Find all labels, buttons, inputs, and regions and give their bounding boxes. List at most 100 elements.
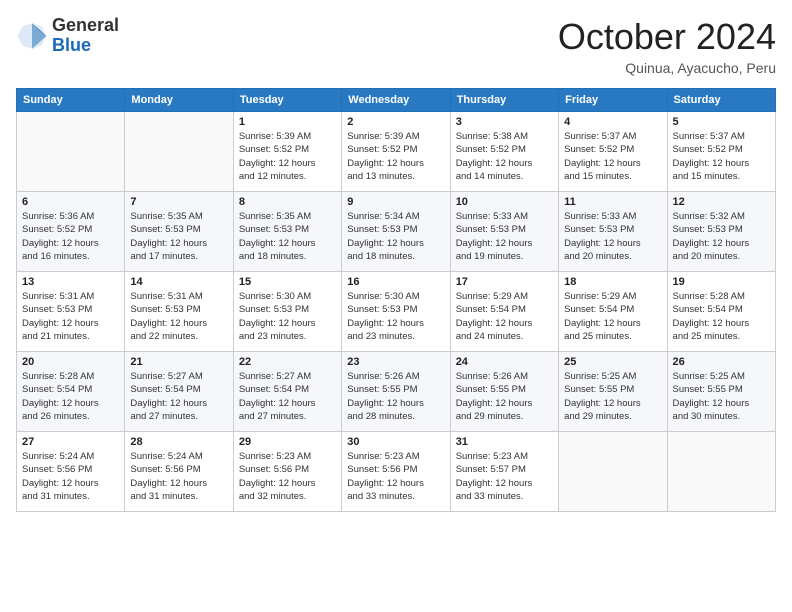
header-cell-tuesday: Tuesday [233, 89, 341, 112]
day-number: 18 [564, 276, 661, 288]
logo-blue: Blue [52, 36, 119, 56]
day-cell: 16 Sunrise: 5:30 AM Sunset: 5:53 PM Dayli… [342, 272, 450, 352]
day-info: Sunrise: 5:29 AM Sunset: 5:54 PM Dayligh… [564, 290, 661, 343]
day-number: 25 [564, 356, 661, 368]
week-row-5: 27 Sunrise: 5:24 AM Sunset: 5:56 PM Dayli… [17, 432, 776, 512]
day-cell: 10 Sunrise: 5:33 AM Sunset: 5:53 PM Dayli… [450, 192, 558, 272]
day-number: 26 [673, 356, 770, 368]
header-cell-thursday: Thursday [450, 89, 558, 112]
header-cell-sunday: Sunday [17, 89, 125, 112]
day-number: 15 [239, 276, 336, 288]
day-info: Sunrise: 5:30 AM Sunset: 5:53 PM Dayligh… [347, 290, 444, 343]
day-number: 2 [347, 116, 444, 128]
week-row-2: 6 Sunrise: 5:36 AM Sunset: 5:52 PM Daylig… [17, 192, 776, 272]
day-cell: 25 Sunrise: 5:25 AM Sunset: 5:55 PM Dayli… [559, 352, 667, 432]
header-cell-saturday: Saturday [667, 89, 775, 112]
day-cell: 12 Sunrise: 5:32 AM Sunset: 5:53 PM Dayli… [667, 192, 775, 272]
week-row-4: 20 Sunrise: 5:28 AM Sunset: 5:54 PM Dayli… [17, 352, 776, 432]
day-number: 5 [673, 116, 770, 128]
day-cell [125, 112, 233, 192]
day-cell: 9 Sunrise: 5:34 AM Sunset: 5:53 PM Daylig… [342, 192, 450, 272]
day-number: 23 [347, 356, 444, 368]
day-info: Sunrise: 5:28 AM Sunset: 5:54 PM Dayligh… [673, 290, 770, 343]
day-cell: 26Sunrise: 5:25 AM Sunset: 5:55 PM Dayli… [667, 352, 775, 432]
calendar-table: SundayMondayTuesdayWednesdayThursdayFrid… [16, 88, 776, 512]
day-info: Sunrise: 5:23 AM Sunset: 5:57 PM Dayligh… [456, 450, 553, 503]
day-cell: 22 Sunrise: 5:27 AM Sunset: 5:54 PM Dayli… [233, 352, 341, 432]
day-info: Sunrise: 5:27 AM Sunset: 5:54 PM Dayligh… [239, 370, 336, 423]
day-cell [559, 432, 667, 512]
day-number: 1 [239, 116, 336, 128]
location: Quinua, Ayacucho, Peru [558, 60, 776, 76]
day-number: 30 [347, 436, 444, 448]
day-cell: 19 Sunrise: 5:28 AM Sunset: 5:54 PM Dayli… [667, 272, 775, 352]
day-number: 20 [22, 356, 119, 368]
day-info: Sunrise: 5:37 AM Sunset: 5:52 PM Dayligh… [673, 130, 770, 183]
day-number: 7 [130, 196, 227, 208]
day-cell: 4 Sunrise: 5:37 AM Sunset: 5:52 PM Daylig… [559, 112, 667, 192]
day-cell: 29Sunrise: 5:23 AM Sunset: 5:56 PM Dayli… [233, 432, 341, 512]
day-cell: 21 Sunrise: 5:27 AM Sunset: 5:54 PM Dayli… [125, 352, 233, 432]
day-number: 8 [239, 196, 336, 208]
day-info: Sunrise: 5:26 AM Sunset: 5:55 PM Dayligh… [456, 370, 553, 423]
calendar-body: 1 Sunrise: 5:39 AM Sunset: 5:52 PM Daylig… [17, 112, 776, 512]
day-number: 11 [564, 196, 661, 208]
day-info: Sunrise: 5:39 AM Sunset: 5:52 PM Dayligh… [239, 130, 336, 183]
day-number: 4 [564, 116, 661, 128]
day-number: 10 [456, 196, 553, 208]
day-cell: 31 Sunrise: 5:23 AM Sunset: 5:57 PM Dayli… [450, 432, 558, 512]
day-number: 16 [347, 276, 444, 288]
day-number: 13 [22, 276, 119, 288]
day-cell: 5 Sunrise: 5:37 AM Sunset: 5:52 PM Daylig… [667, 112, 775, 192]
day-number: 31 [456, 436, 553, 448]
day-cell: 23Sunrise: 5:26 AM Sunset: 5:55 PM Dayli… [342, 352, 450, 432]
day-cell: 28 Sunrise: 5:24 AM Sunset: 5:56 PM Dayli… [125, 432, 233, 512]
day-info: Sunrise: 5:28 AM Sunset: 5:54 PM Dayligh… [22, 370, 119, 423]
day-number: 17 [456, 276, 553, 288]
day-info: Sunrise: 5:24 AM Sunset: 5:56 PM Dayligh… [22, 450, 119, 503]
day-info: Sunrise: 5:25 AM Sunset: 5:55 PM Dayligh… [564, 370, 661, 423]
header-row: SundayMondayTuesdayWednesdayThursdayFrid… [17, 89, 776, 112]
day-cell: 8Sunrise: 5:35 AM Sunset: 5:53 PM Daylig… [233, 192, 341, 272]
title-section: October 2024 Quinua, Ayacucho, Peru [558, 16, 776, 76]
day-info: Sunrise: 5:38 AM Sunset: 5:52 PM Dayligh… [456, 130, 553, 183]
day-cell: 1 Sunrise: 5:39 AM Sunset: 5:52 PM Daylig… [233, 112, 341, 192]
day-info: Sunrise: 5:33 AM Sunset: 5:53 PM Dayligh… [564, 210, 661, 263]
day-info: Sunrise: 5:23 AM Sunset: 5:56 PM Dayligh… [239, 450, 336, 503]
month-title: October 2024 [558, 16, 776, 58]
calendar-header: SundayMondayTuesdayWednesdayThursdayFrid… [17, 89, 776, 112]
day-cell: 13 Sunrise: 5:31 AM Sunset: 5:53 PM Dayli… [17, 272, 125, 352]
header-cell-wednesday: Wednesday [342, 89, 450, 112]
day-cell: 30Sunrise: 5:23 AM Sunset: 5:56 PM Dayli… [342, 432, 450, 512]
week-row-3: 13 Sunrise: 5:31 AM Sunset: 5:53 PM Dayli… [17, 272, 776, 352]
day-info: Sunrise: 5:24 AM Sunset: 5:56 PM Dayligh… [130, 450, 227, 503]
logo: General Blue [16, 16, 119, 56]
day-info: Sunrise: 5:34 AM Sunset: 5:53 PM Dayligh… [347, 210, 444, 263]
day-info: Sunrise: 5:35 AM Sunset: 5:53 PM Dayligh… [130, 210, 227, 263]
day-cell: 18 Sunrise: 5:29 AM Sunset: 5:54 PM Dayli… [559, 272, 667, 352]
day-number: 28 [130, 436, 227, 448]
day-cell: 2Sunrise: 5:39 AM Sunset: 5:52 PM Daylig… [342, 112, 450, 192]
day-cell [17, 112, 125, 192]
day-info: Sunrise: 5:33 AM Sunset: 5:53 PM Dayligh… [456, 210, 553, 263]
day-number: 9 [347, 196, 444, 208]
day-number: 22 [239, 356, 336, 368]
day-info: Sunrise: 5:31 AM Sunset: 5:53 PM Dayligh… [22, 290, 119, 343]
day-number: 21 [130, 356, 227, 368]
page-header: General Blue October 2024 Quinua, Ayacuc… [16, 16, 776, 76]
day-info: Sunrise: 5:32 AM Sunset: 5:53 PM Dayligh… [673, 210, 770, 263]
day-number: 19 [673, 276, 770, 288]
day-cell: 24Sunrise: 5:26 AM Sunset: 5:55 PM Dayli… [450, 352, 558, 432]
day-info: Sunrise: 5:37 AM Sunset: 5:52 PM Dayligh… [564, 130, 661, 183]
day-cell: 14Sunrise: 5:31 AM Sunset: 5:53 PM Dayli… [125, 272, 233, 352]
day-cell: 27 Sunrise: 5:24 AM Sunset: 5:56 PM Dayli… [17, 432, 125, 512]
day-cell: 7 Sunrise: 5:35 AM Sunset: 5:53 PM Daylig… [125, 192, 233, 272]
day-number: 27 [22, 436, 119, 448]
day-info: Sunrise: 5:27 AM Sunset: 5:54 PM Dayligh… [130, 370, 227, 423]
day-number: 6 [22, 196, 119, 208]
day-info: Sunrise: 5:36 AM Sunset: 5:52 PM Dayligh… [22, 210, 119, 263]
day-number: 12 [673, 196, 770, 208]
day-number: 14 [130, 276, 227, 288]
day-cell: 15Sunrise: 5:30 AM Sunset: 5:53 PM Dayli… [233, 272, 341, 352]
day-cell: 17Sunrise: 5:29 AM Sunset: 5:54 PM Dayli… [450, 272, 558, 352]
